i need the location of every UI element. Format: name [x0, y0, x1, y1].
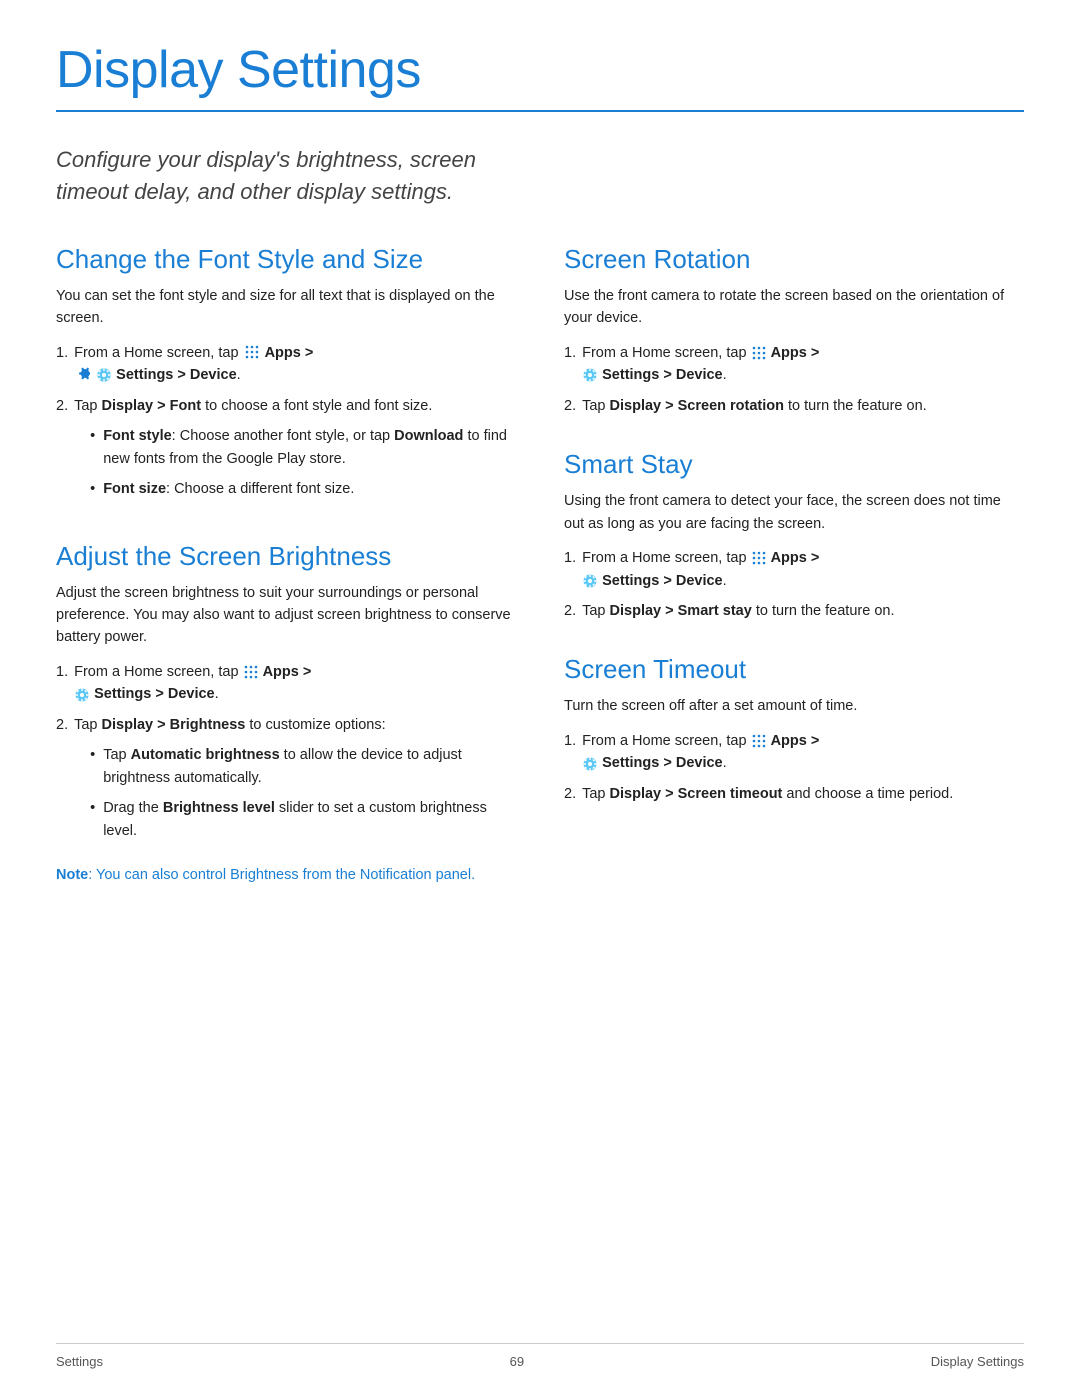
gear-icon-font-1: [75, 366, 91, 382]
gear-icon-brightness-1: [75, 688, 89, 702]
brightness-step-1: From a Home screen, tap Apps >: [56, 661, 516, 706]
footer-page-number: 69: [103, 1354, 931, 1369]
font-bullet-2: Font size: Choose a different font size.: [90, 478, 516, 500]
section-title-rotation: Screen Rotation: [564, 244, 1024, 275]
section-title-timeout: Screen Timeout: [564, 654, 1024, 685]
intro-text: Configure your display's brightness, scr…: [56, 144, 476, 208]
apps-label-font-1: Apps >: [265, 345, 314, 361]
footer-left: Settings: [56, 1354, 103, 1369]
rotation-step-2-content: Tap Display > Screen rotation to turn th…: [582, 395, 1024, 417]
brightness-description: Adjust the screen brightness to suit you…: [56, 582, 516, 649]
rotation-step-1: From a Home screen, tap Apps >: [564, 342, 1024, 387]
content-columns: Change the Font Style and Size You can s…: [56, 244, 1024, 919]
section-title-brightness: Adjust the Screen Brightness: [56, 541, 516, 572]
footer-right: Display Settings: [931, 1354, 1024, 1369]
section-change-font: Change the Font Style and Size You can s…: [56, 244, 516, 509]
gear-icon-settings-font-1: [96, 367, 116, 383]
smart-stay-step-1-content: From a Home screen, tap Apps >: [582, 547, 1024, 592]
timeout-step-2-content: Tap Display > Screen timeout and choose …: [582, 783, 1024, 805]
apps-icon-font-1: [244, 344, 260, 360]
font-step-1: From a Home screen, tap Apps >: [56, 342, 516, 387]
right-column: Screen Rotation Use the front camera to …: [564, 244, 1024, 919]
page-title: Display Settings: [56, 40, 1024, 100]
brightness-step-2: Tap Display > Brightness to customize op…: [56, 714, 516, 850]
brightness-step-2-content: Tap Display > Brightness to customize op…: [74, 714, 516, 850]
font-description: You can set the font style and size for …: [56, 285, 516, 330]
brightness-step-1-content: From a Home screen, tap Apps >: [74, 661, 516, 706]
section-title-font: Change the Font Style and Size: [56, 244, 516, 275]
rotation-step-1-content: From a Home screen, tap Apps >: [582, 342, 1024, 387]
section-title-smart-stay: Smart Stay: [564, 449, 1024, 480]
smart-stay-steps-list: From a Home screen, tap Apps >: [564, 547, 1024, 622]
brightness-steps-list: From a Home screen, tap Apps >: [56, 661, 516, 850]
smart-stay-step-2: Tap Display > Smart stay to turn the fea…: [564, 600, 1024, 622]
font-step-2-content: Tap Display > Font to choose a font styl…: [74, 395, 516, 509]
page-footer: Settings 69 Display Settings: [56, 1343, 1024, 1369]
timeout-description: Turn the screen off after a set amount o…: [564, 695, 1024, 717]
font-step-1-content: From a Home screen, tap Apps >: [74, 342, 516, 387]
timeout-step-1: From a Home screen, tap Apps >: [564, 730, 1024, 775]
font-step-2-bold: Display > Font: [102, 398, 202, 414]
timeout-steps-list: From a Home screen, tap Apps >: [564, 730, 1024, 805]
section-smart-stay: Smart Stay Using the front camera to det…: [564, 449, 1024, 622]
section-screen-timeout: Screen Timeout Turn the screen off after…: [564, 654, 1024, 805]
smart-stay-step-1: From a Home screen, tap Apps >: [564, 547, 1024, 592]
gear-icon-rotation-1: [583, 368, 597, 382]
section-screen-rotation: Screen Rotation Use the front camera to …: [564, 244, 1024, 417]
font-bullet-1: Font style: Choose another font style, o…: [90, 425, 516, 470]
smart-stay-description: Using the front camera to detect your fa…: [564, 490, 1024, 535]
brightness-note: Note: You can also control Brightness fr…: [56, 864, 516, 886]
section-adjust-brightness: Adjust the Screen Brightness Adjust the …: [56, 541, 516, 887]
font-step-2: Tap Display > Font to choose a font styl…: [56, 395, 516, 509]
settings-device-font-1: Settings > Device: [116, 367, 236, 383]
timeout-step-1-content: From a Home screen, tap Apps >: [582, 730, 1024, 775]
font-bullet-list: Font style: Choose another font style, o…: [90, 425, 516, 500]
left-column: Change the Font Style and Size You can s…: [56, 244, 516, 919]
rotation-description: Use the front camera to rotate the scree…: [564, 285, 1024, 330]
brightness-bullet-2: Drag the Brightness level slider to set …: [90, 797, 516, 842]
gear-icon-timeout-1: [583, 757, 597, 771]
timeout-step-2: Tap Display > Screen timeout and choose …: [564, 783, 1024, 805]
brightness-bullet-list: Tap Automatic brightness to allow the de…: [90, 744, 516, 842]
title-divider: [56, 110, 1024, 112]
apps-icon-smartstay-1: [752, 551, 766, 565]
note-label: Note: [56, 867, 88, 883]
font-steps-list: From a Home screen, tap Apps >: [56, 342, 516, 509]
rotation-step-2: Tap Display > Screen rotation to turn th…: [564, 395, 1024, 417]
gear-icon-smartstay-1: [583, 574, 597, 588]
apps-icon-timeout-1: [752, 734, 766, 748]
smart-stay-step-2-content: Tap Display > Smart stay to turn the fea…: [582, 600, 1024, 622]
rotation-steps-list: From a Home screen, tap Apps >: [564, 342, 1024, 417]
settings-gear-icon: [97, 368, 111, 382]
apps-icon-brightness-1: [244, 665, 258, 679]
brightness-bullet-1: Tap Automatic brightness to allow the de…: [90, 744, 516, 789]
apps-icon-rotation-1: [752, 346, 766, 360]
